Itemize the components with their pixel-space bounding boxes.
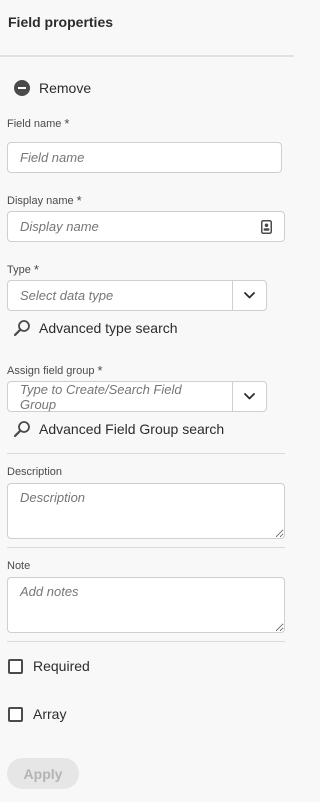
contact-card-icon[interactable] [261, 219, 272, 234]
section-divider [7, 453, 285, 454]
checkbox-box[interactable] [8, 706, 23, 722]
chevron-down-icon [244, 393, 255, 400]
required-asterisk-icon: * [33, 262, 39, 277]
header-divider [0, 55, 294, 57]
type-dropdown-button[interactable] [232, 280, 267, 311]
panel-title: Field properties [8, 14, 114, 30]
type-select[interactable]: Select data type [7, 280, 267, 311]
remove-circle-icon [14, 80, 30, 96]
chevron-down-icon [244, 292, 255, 299]
remove-label: Remove [39, 80, 92, 96]
note-textarea[interactable] [7, 577, 285, 633]
required-asterisk-icon: * [76, 193, 82, 208]
field-group-label: Assign field group * [7, 363, 103, 378]
required-asterisk-icon: * [97, 363, 103, 378]
field-group-input[interactable]: Type to Create/Search Field Group [7, 381, 233, 412]
field-name-label: Field name * [7, 116, 70, 131]
section-divider [7, 547, 285, 548]
advanced-field-group-search-button[interactable]: Advanced Field Group search [13, 420, 224, 438]
search-icon [13, 320, 30, 337]
display-name-label: Display name * [7, 193, 82, 208]
display-name-input[interactable]: Display name [7, 211, 285, 242]
apply-button[interactable]: Apply [7, 758, 79, 789]
description-textarea[interactable] [7, 483, 285, 539]
checkbox-box[interactable] [8, 658, 23, 674]
array-checkbox[interactable]: Array [8, 706, 66, 722]
remove-button[interactable]: Remove [14, 80, 91, 96]
type-input[interactable]: Select data type [7, 280, 233, 311]
field-group-select[interactable]: Type to Create/Search Field Group [7, 381, 267, 412]
description-label: Description [7, 466, 63, 478]
required-asterisk-icon: * [64, 116, 70, 131]
required-checkbox[interactable]: Required [8, 658, 90, 674]
advanced-type-search-button[interactable]: Advanced type search [13, 319, 178, 337]
field-properties-panel: Field properties Remove Field name * Fie… [0, 0, 294, 802]
field-name-input[interactable]: Field name [7, 142, 282, 173]
search-icon [13, 421, 30, 438]
required-checkbox-label: Required [33, 658, 90, 674]
note-label: Note [7, 560, 31, 572]
array-checkbox-label: Array [33, 706, 67, 722]
type-label: Type * [7, 262, 39, 277]
field-group-dropdown-button[interactable] [232, 381, 267, 412]
section-divider [7, 641, 285, 642]
